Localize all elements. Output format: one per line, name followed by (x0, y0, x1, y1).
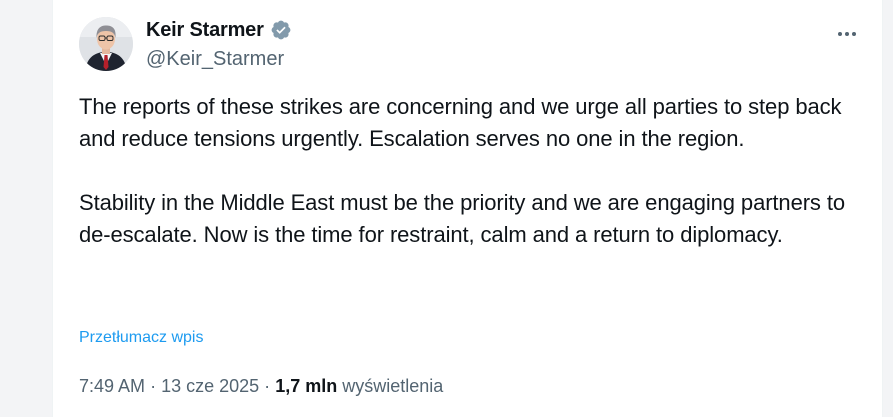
author-handle[interactable]: @Keir_Starmer (146, 46, 284, 72)
author-name-row: Keir Starmer (146, 18, 292, 42)
meta-separator: · (264, 376, 271, 396)
meta-separator: · (150, 376, 157, 396)
tweet-paragraph: The reports of these strikes are concern… (79, 94, 842, 151)
tweet-card: Keir Starmer @Keir_Starmer The reports o… (52, 0, 883, 417)
views-count: 1,7 mln (275, 376, 338, 396)
verified-badge-icon[interactable] (270, 19, 292, 41)
tweet-paragraph: Stability in the Middle East must be the… (79, 190, 845, 247)
avatar-photo (79, 17, 133, 71)
translate-post-link[interactable]: Przetłumacz wpis (79, 326, 203, 350)
views-label: wyświetlenia (342, 376, 444, 396)
tweet-date[interactable]: 13 cze 2025 (161, 376, 259, 396)
author-avatar[interactable] (79, 17, 133, 71)
tweet-time[interactable]: 7:49 AM (79, 376, 145, 396)
more-options-button[interactable] (832, 20, 862, 46)
more-horizontal-icon (837, 24, 857, 42)
tweet-meta: 7:49 AM · 13 cze 2025 · 1,7 mln wyświetl… (79, 373, 443, 399)
tweet-text: The reports of these strikes are concern… (79, 91, 854, 251)
author-display-name[interactable]: Keir Starmer (146, 18, 264, 42)
